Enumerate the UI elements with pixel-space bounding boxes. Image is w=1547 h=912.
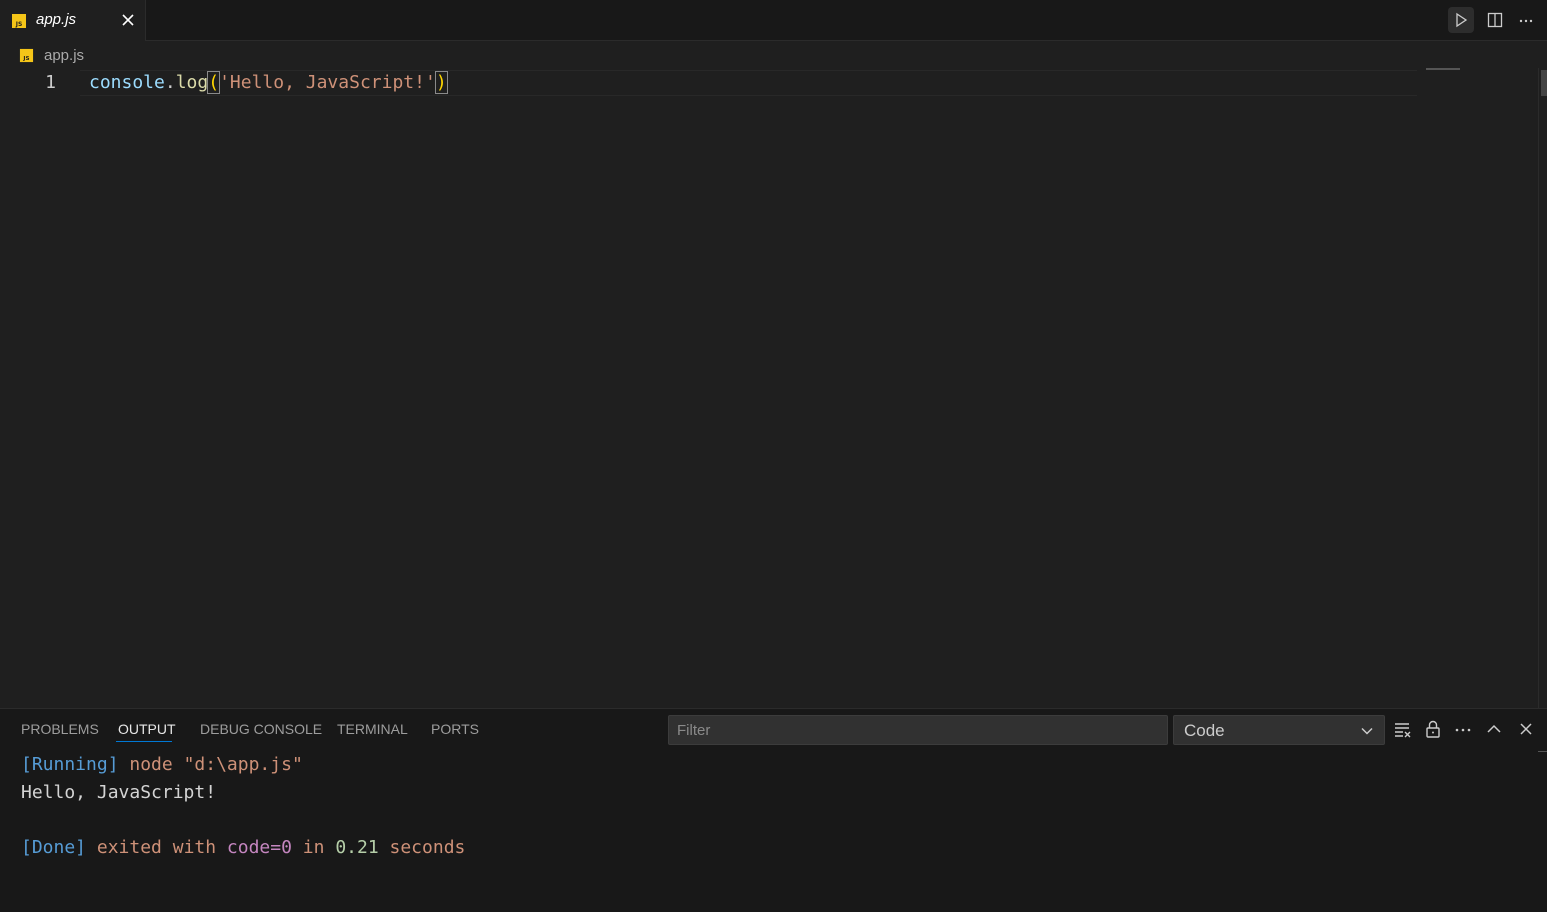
maximize-icon [1487,724,1501,733]
close-panel-button[interactable] [1514,717,1538,741]
code-line[interactable]: console.log('Hello, JavaScript!') [89,71,448,95]
code-token-function: log [175,72,209,93]
close-icon [1520,723,1532,735]
split-editor-button[interactable] [1482,7,1508,33]
minimap[interactable] [1426,68,1460,70]
split-editor-icon [1487,12,1503,28]
js-file-icon: JS [11,13,27,34]
filter-input[interactable] [669,716,1167,744]
breadcrumb-file[interactable]: app.js [44,47,84,64]
output-duration: 0.21 [335,836,379,858]
more-actions-icon [1519,19,1533,23]
output-channel-select[interactable]: Code [1173,715,1385,745]
more-icon [1455,728,1471,732]
bottom-panel: PROBLEMS OUTPUT DEBUG CONSOLE TERMINAL P… [0,708,1547,912]
tab-problems[interactable]: PROBLEMS [21,721,99,737]
active-tab-indicator [116,741,172,742]
output-done-tag: [Done] [21,836,87,858]
line-number: 1 [45,72,56,93]
editor-tab-bar: JS app.js [0,0,1547,41]
output-channel-value: Code [1184,721,1225,740]
output-exited-text: exited with [86,836,227,858]
more-actions-button[interactable] [1513,7,1539,33]
panel-scrollbar[interactable] [1538,751,1547,752]
code-editor[interactable]: 1 console.log('Hello, JavaScript!') [0,68,1540,708]
clear-output-button[interactable] [1391,717,1415,741]
chevron-down-icon [1360,724,1374,743]
code-token-object: console [89,72,165,93]
output-line: Hello, JavaScript! [21,781,217,803]
svg-text:JS: JS [15,21,23,28]
clear-output-icon [1395,723,1411,738]
code-token-open-paren: ( [207,71,221,94]
output-seconds-text: seconds [378,836,466,858]
tab-app-js[interactable]: JS app.js [0,0,146,41]
output-running-tag: [Running] [21,754,119,775]
output-log[interactable]: [Running] node "d:\app.js" Hello, JavaSc… [21,751,465,861]
lock-icon [1426,720,1440,738]
output-exit-code: code=0 [226,836,292,858]
editor-scrollbar[interactable] [1541,70,1547,96]
code-token-string: 'Hello, JavaScript!' [219,72,436,93]
lock-scroll-button[interactable] [1421,717,1445,741]
tab-debug-console[interactable]: DEBUG CONSOLE [200,721,322,737]
tab-ports[interactable]: PORTS [431,721,479,737]
maximize-panel-button[interactable] [1482,717,1506,741]
run-button[interactable] [1448,7,1474,33]
run-icon [1456,12,1468,28]
output-in-text: in [291,836,336,858]
filter-field[interactable] [668,715,1168,745]
tab-output[interactable]: OUTPUT [118,721,176,737]
tab-terminal[interactable]: TERMINAL [337,721,408,737]
editor-scrollbar-track [1538,68,1539,708]
output-running-command: node "d:\app.js" [118,754,303,775]
code-token-dot: . [164,72,176,93]
tab-label: app.js [36,11,77,28]
close-icon[interactable] [119,11,137,29]
svg-text:JS: JS [22,56,29,62]
code-token-close-paren: ) [434,71,448,94]
js-file-icon: JS [19,48,34,68]
more-button[interactable] [1451,717,1475,741]
